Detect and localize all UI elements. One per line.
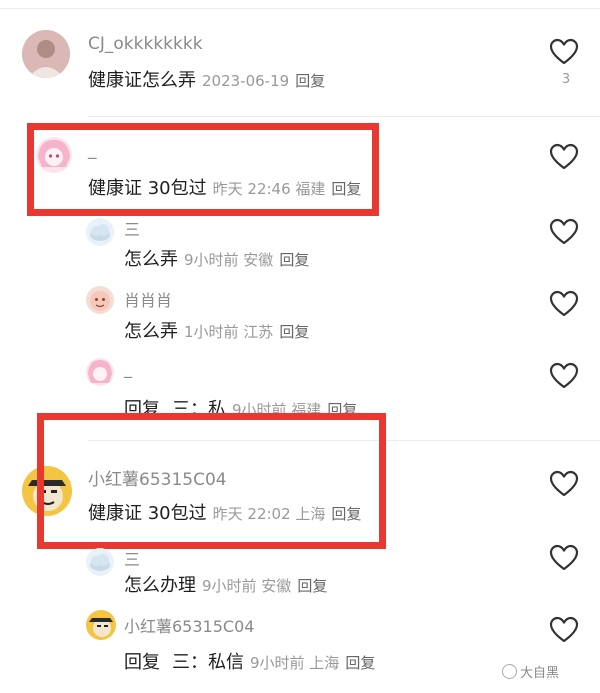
reply-button[interactable]: 回复 — [345, 654, 375, 672]
avatar[interactable] — [86, 358, 114, 386]
comment-body: 健康证怎么弄 2023-06-19 回复 — [88, 66, 325, 92]
reply-username[interactable]: 三 — [124, 216, 140, 240]
highlight-box — [37, 413, 386, 549]
avatar[interactable] — [86, 610, 116, 640]
heart-icon[interactable] — [549, 544, 579, 572]
heart-icon[interactable] — [549, 362, 579, 390]
comment-text: 健康证怎么弄 — [88, 70, 196, 91]
watermark: 大自黑 — [502, 662, 559, 681]
avatar[interactable] — [86, 548, 114, 576]
reply-body: 怎么弄 9小时前 安徽 回复 — [124, 245, 309, 271]
reply-button[interactable]: 回复 — [295, 72, 325, 90]
avatar[interactable] — [86, 286, 114, 314]
reply-username[interactable]: _ — [124, 359, 132, 378]
heart-icon[interactable] — [549, 290, 579, 318]
watermark-text: 大自黑 — [520, 666, 560, 681]
divider — [88, 116, 600, 117]
reply-text: 怎么弄 — [124, 249, 178, 270]
heart-icon[interactable] — [549, 218, 579, 246]
highlight-box — [27, 123, 379, 216]
top-divider — [0, 8, 600, 9]
heart-icon[interactable] — [549, 470, 579, 498]
reply-body: 回复 三：私信 9小时前 上海 回复 — [124, 648, 375, 674]
reply-meta: 9小时前 安徽 — [202, 577, 292, 595]
reply-button[interactable]: 回复 — [297, 577, 327, 595]
heart-icon[interactable] — [549, 143, 579, 171]
reply-username[interactable]: 肖肖肖 — [124, 287, 172, 311]
heart-icon[interactable] — [549, 616, 579, 644]
reply-meta: 9小时前 上海 — [250, 654, 340, 672]
reply-meta: 1小时前 江苏 — [184, 323, 274, 341]
reply-body: 怎么办理 9小时前 安徽 回复 — [124, 571, 327, 597]
reply-meta: 9小时前 安徽 — [184, 251, 274, 269]
comment-username[interactable]: CJ_okkkkkkkk — [88, 34, 203, 54]
reply-text: 怎么弄 — [124, 321, 178, 342]
avatar[interactable] — [22, 30, 70, 78]
comment-meta: 2023-06-19 — [202, 72, 290, 90]
avatar[interactable] — [86, 218, 114, 246]
reply-username[interactable]: 小红薯65315C04 — [124, 613, 254, 637]
reply-body: 怎么弄 1小时前 江苏 回复 — [124, 317, 309, 343]
like-count: 3 — [561, 72, 571, 87]
reply-mention: 三：私信 — [172, 652, 244, 673]
reply-text: 回复 — [124, 652, 160, 673]
heart-icon[interactable] — [549, 38, 579, 66]
reply-username[interactable]: 三 — [124, 546, 140, 570]
watermark-icon — [502, 664, 517, 679]
reply-text: 怎么办理 — [124, 575, 196, 596]
reply-button[interactable]: 回复 — [279, 251, 309, 269]
reply-button[interactable]: 回复 — [279, 323, 309, 341]
